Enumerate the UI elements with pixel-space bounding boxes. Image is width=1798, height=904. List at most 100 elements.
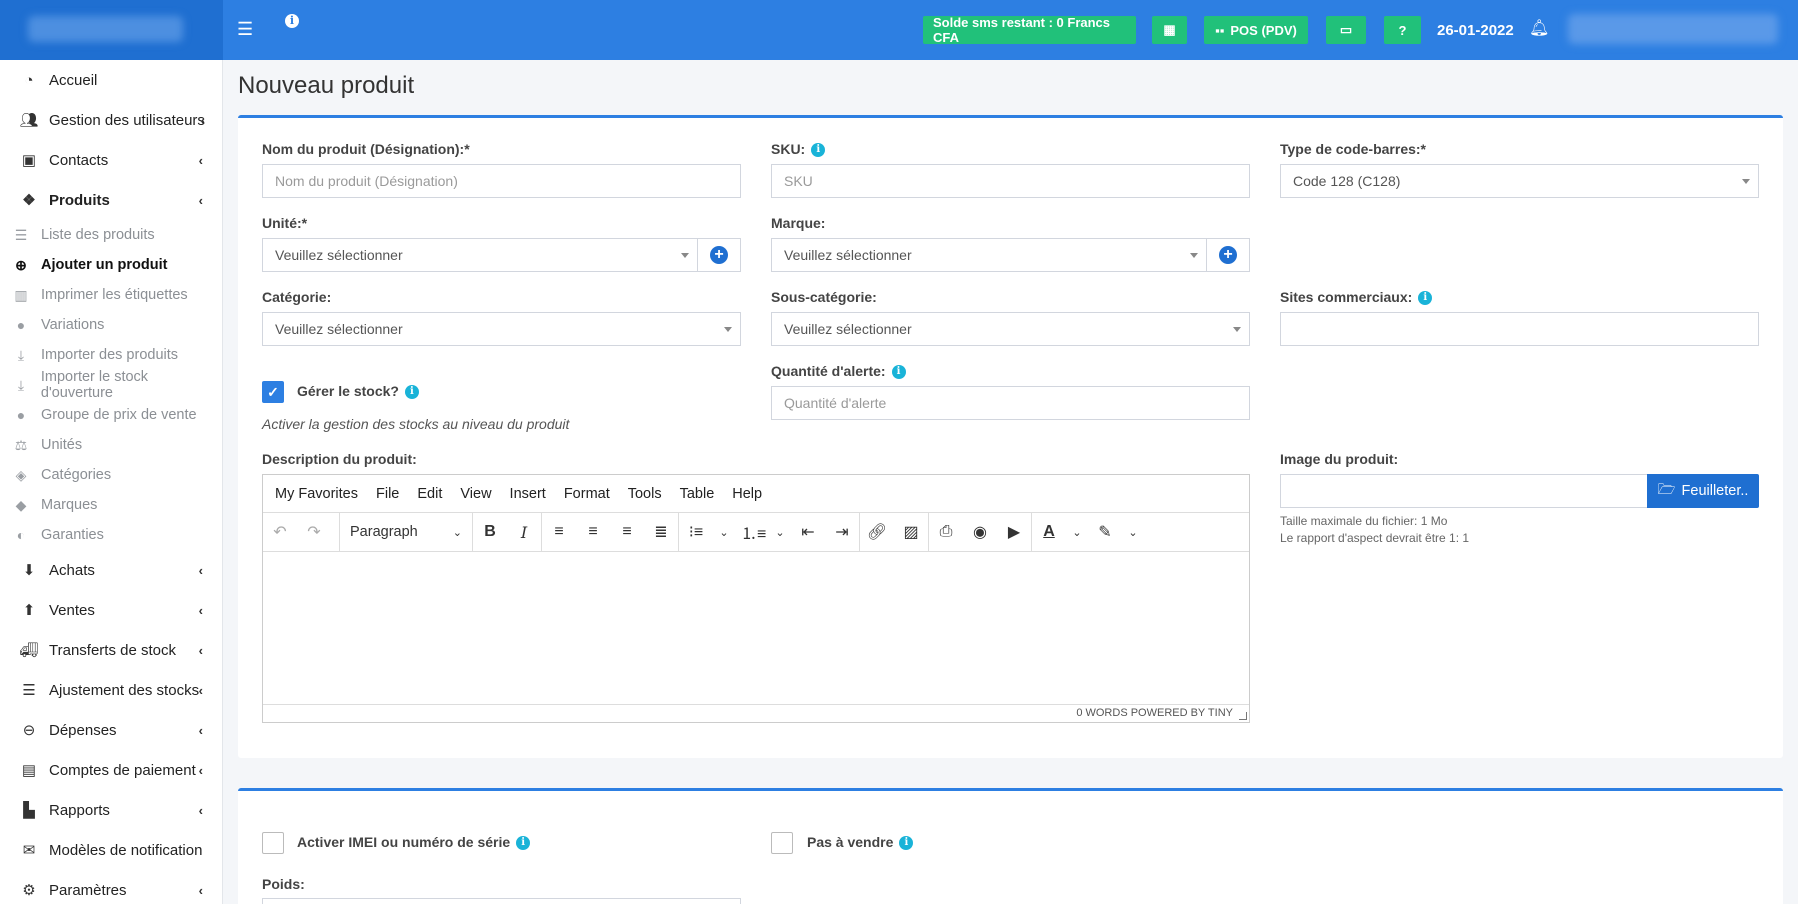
sidebar-item-label: Produits bbox=[49, 191, 110, 209]
add-brand-button[interactable]: + bbox=[1206, 238, 1250, 272]
bullet-list-icon[interactable]: ⁝≡ bbox=[685, 522, 707, 542]
sidebar-subitem-units[interactable]: ⚖ Unités bbox=[0, 430, 223, 460]
category-select[interactable]: Veuillez sélectionner bbox=[262, 312, 741, 346]
add-unit-button[interactable]: + bbox=[697, 238, 741, 272]
print-icon[interactable]: ⎙ bbox=[935, 523, 957, 541]
menu-format[interactable]: Format bbox=[564, 486, 610, 502]
sidebar-item-reports[interactable]: ▙ Rapports ‹ bbox=[0, 790, 223, 830]
sidebar-subitem-add-product[interactable]: ⊕ Ajouter un produit bbox=[0, 250, 223, 280]
editor-content-area[interactable] bbox=[263, 552, 1249, 702]
sidebar-subitem-import-opening-stock[interactable]: ⤓ Importer le stock d'ouverture bbox=[0, 369, 223, 401]
image-icon[interactable]: ▨ bbox=[900, 522, 922, 542]
chevron-left-icon: ‹ bbox=[198, 642, 203, 658]
sidebar-item-stock-adjustment[interactable]: ☰ Ajustement des stocks ‹ bbox=[0, 670, 223, 710]
block-format-select[interactable]: Paragraph ⌄ bbox=[346, 524, 466, 540]
sku-input[interactable]: SKU bbox=[771, 164, 1250, 198]
undo-icon[interactable]: ↶ bbox=[269, 522, 291, 542]
sidebar-subitem-print-labels[interactable]: ▥ Imprimer les étiquettes bbox=[0, 280, 223, 310]
user-menu[interactable] bbox=[1568, 14, 1778, 44]
menu-help[interactable]: Help bbox=[732, 486, 762, 502]
numbered-list-icon[interactable]: ⒈≡ bbox=[741, 520, 766, 544]
link-icon[interactable]: 🔗︎ bbox=[866, 522, 888, 542]
bell-icon[interactable]: 🔔︎ bbox=[1529, 18, 1549, 38]
bold-icon[interactable]: B bbox=[479, 523, 501, 541]
brand-select[interactable]: Veuillez sélectionner bbox=[771, 238, 1207, 272]
sms-balance-badge[interactable]: Solde sms restant : 0 Francs CFA bbox=[923, 15, 1136, 45]
sidebar-item-ventes[interactable]: ⬆ Ventes ‹ bbox=[0, 590, 223, 630]
chevron-down-icon[interactable]: ⌄ bbox=[1072, 526, 1082, 539]
italic-icon[interactable]: I bbox=[513, 523, 535, 542]
menu-toggle-icon[interactable]: ☰ bbox=[237, 19, 253, 40]
sidebar-subitem-variations[interactable]: ● Variations bbox=[0, 310, 223, 340]
not-for-sale-checkbox[interactable] bbox=[771, 832, 793, 854]
resize-handle-icon[interactable] bbox=[1239, 712, 1247, 720]
align-right-icon[interactable]: ≡ bbox=[616, 523, 638, 541]
chevron-down-icon[interactable]: ⌄ bbox=[775, 526, 785, 539]
redo-icon[interactable]: ↷ bbox=[303, 522, 325, 542]
alert-quantity-input[interactable]: Quantité d'alerte bbox=[771, 386, 1250, 420]
align-center-icon[interactable]: ≡ bbox=[582, 523, 604, 541]
chevron-down-icon[interactable]: ⌄ bbox=[719, 526, 729, 539]
info-icon[interactable]: i bbox=[404, 385, 419, 400]
image-file-input[interactable] bbox=[1280, 474, 1648, 508]
menu-insert[interactable]: Insert bbox=[510, 486, 546, 502]
sidebar-subitem-import-products[interactable]: ⤓ Importer des produits bbox=[0, 340, 223, 370]
manage-stock-checkbox[interactable]: ✓ bbox=[262, 381, 284, 403]
menu-file[interactable]: File bbox=[376, 486, 399, 502]
editor-toolbar: ↶ ↷ Paragraph ⌄ B I ≡ ≡ ≡ ≣ ⁝≡ ⌄ ⒈≡ ⌄ ⇤ ⇥… bbox=[263, 513, 1249, 552]
sidebar-item-expenses[interactable]: ⊖ Dépenses ‹ bbox=[0, 710, 223, 750]
subcategory-select[interactable]: Veuillez sélectionner bbox=[771, 312, 1250, 346]
business-locations-select[interactable] bbox=[1280, 312, 1759, 346]
outdent-icon[interactable]: ⇤ bbox=[797, 522, 819, 542]
calculator-button[interactable]: ▦ bbox=[1152, 16, 1187, 44]
info-icon[interactable]: i bbox=[811, 143, 826, 158]
tags-icon: ◈ bbox=[15, 466, 27, 483]
sidebar-subitem-product-list[interactable]: ☰ Liste des produits bbox=[0, 220, 223, 250]
sidebar-subitem-categories[interactable]: ◈ Catégories bbox=[0, 460, 223, 490]
brand-logo[interactable] bbox=[0, 0, 223, 60]
media-icon[interactable]: ▶ bbox=[1003, 522, 1025, 542]
info-icon[interactable]: i bbox=[285, 14, 299, 28]
sidebar-item-settings[interactable]: ⚙ Paramètres ‹ bbox=[0, 870, 223, 904]
menu-view[interactable]: View bbox=[460, 486, 491, 502]
sidebar-subitem-brands[interactable]: ◆ Marques bbox=[0, 490, 223, 520]
chevron-left-icon: ‹ bbox=[198, 682, 203, 698]
brand-value: Veuillez sélectionner bbox=[784, 247, 912, 263]
sidebar-item-users[interactable]: 👥︎ Gestion des utilisateurs ‹ bbox=[0, 100, 223, 140]
pos-button[interactable]: ▪▪ POS (PDV) bbox=[1204, 16, 1308, 44]
info-icon[interactable]: i bbox=[516, 836, 531, 851]
preview-eye-icon[interactable]: ◉ bbox=[969, 522, 991, 542]
menu-my-favorites[interactable]: My Favorites bbox=[275, 486, 358, 502]
imei-checkbox[interactable] bbox=[262, 832, 284, 854]
sidebar-subitem-warranties[interactable]: ◐ Garanties bbox=[0, 520, 223, 550]
unit-select[interactable]: Veuillez sélectionner bbox=[262, 238, 698, 272]
align-justify-icon[interactable]: ≣ bbox=[650, 522, 672, 542]
info-icon[interactable]: i bbox=[899, 836, 914, 851]
sidebar-item-notification-templates[interactable]: ✉ Modèles de notification bbox=[0, 830, 223, 870]
sidebar-item-achats[interactable]: ⬇ Achats ‹ bbox=[0, 550, 223, 590]
barcode-type-select[interactable]: Code 128 (C128) bbox=[1280, 164, 1759, 198]
menu-edit[interactable]: Edit bbox=[417, 486, 442, 502]
chevron-down-icon[interactable]: ⌄ bbox=[1128, 526, 1138, 539]
sidebar-subitem-price-group[interactable]: ● Groupe de prix de vente bbox=[0, 400, 223, 430]
sidebar-item-produits[interactable]: ❖ Produits ‹ bbox=[0, 180, 223, 220]
menu-table[interactable]: Table bbox=[680, 486, 715, 502]
sidebar-item-stock-transfers[interactable]: 🚚︎ Transferts de stock ‹ bbox=[0, 630, 223, 670]
indent-icon[interactable]: ⇥ bbox=[831, 522, 853, 542]
info-icon[interactable]: i bbox=[1418, 291, 1433, 306]
cash-button[interactable]: ▭ bbox=[1326, 16, 1366, 44]
sidebar-item-accueil[interactable]: ◔ Accueil bbox=[0, 60, 223, 100]
info-icon[interactable]: i bbox=[891, 365, 906, 380]
weight-input[interactable] bbox=[262, 898, 741, 904]
sidebar-item-contacts[interactable]: ▣ Contacts ‹ bbox=[0, 140, 223, 180]
text-color-icon[interactable]: A bbox=[1038, 523, 1060, 541]
product-name-input[interactable]: Nom du produit (Désignation) bbox=[262, 164, 741, 198]
menu-tools[interactable]: Tools bbox=[628, 486, 662, 502]
sidebar-item-payment-accounts[interactable]: ▤ Comptes de paiement ‹ bbox=[0, 750, 223, 790]
unit-value: Veuillez sélectionner bbox=[275, 247, 403, 263]
highlight-icon[interactable]: ✎ bbox=[1094, 522, 1116, 542]
browse-button[interactable]: 🗁︎ Feuilleter.. bbox=[1647, 474, 1759, 508]
users-icon: 👥︎ bbox=[19, 112, 39, 129]
help-button[interactable]: ? bbox=[1384, 16, 1421, 44]
align-left-icon[interactable]: ≡ bbox=[548, 523, 570, 541]
